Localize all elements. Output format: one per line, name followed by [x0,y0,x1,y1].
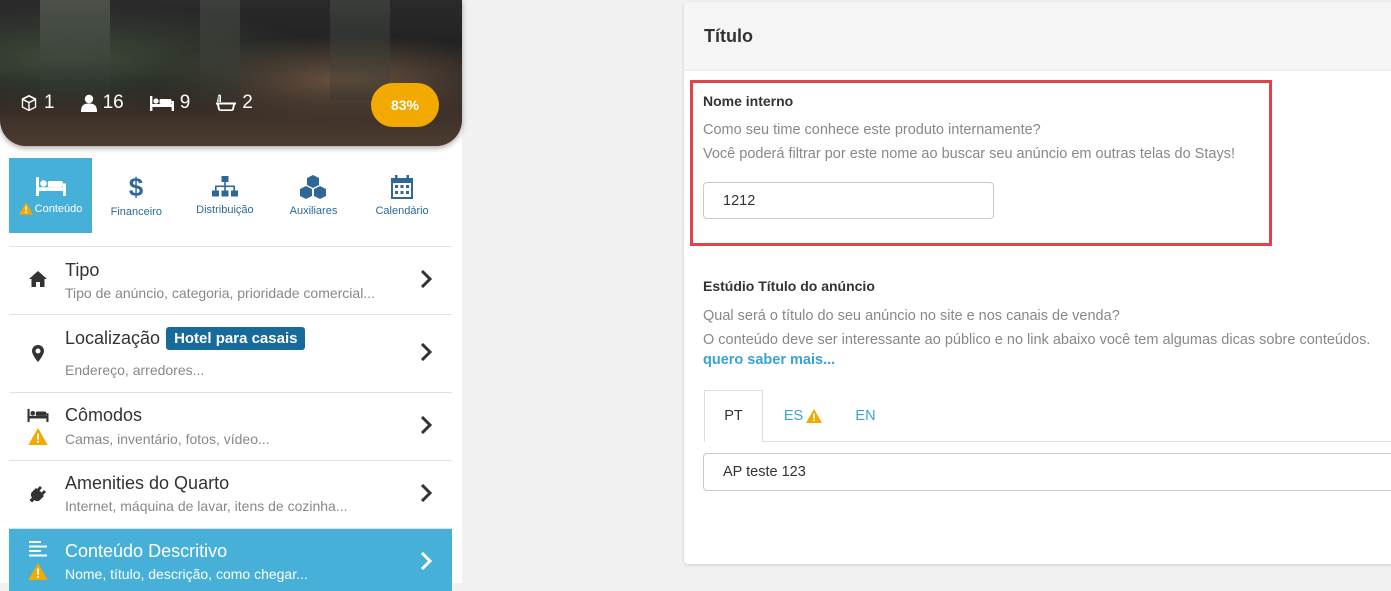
home-icon [29,271,47,287]
chevron-right-icon [420,552,432,570]
menu-item-localizacao[interactable]: Localização Hotel para casais Endereço, … [9,314,452,392]
menu-item-amenities[interactable]: Amenities do Quarto Internet, máquina de… [9,460,452,528]
tab-es[interactable]: ES [763,390,843,441]
tab-pt[interactable]: PT [704,390,763,442]
internal-name-label: Nome interno [703,93,794,109]
map-pin-icon [32,345,44,362]
tab-financeiro[interactable]: $ Financeiro [92,158,181,233]
section-nav: Conteúdo $ Financeiro Distribuição Auxil… [9,158,452,233]
svg-text:$: $ [129,174,144,200]
calendar-icon [391,174,414,199]
cubes-icon [300,174,327,199]
warning-icon [28,563,48,580]
left-column: 1 16 9 2 83% Conteúdo $ Financeiro Distr… [0,0,462,591]
listing-title-input[interactable]: AP teste 123 [703,453,1391,491]
content-menu: Tipo Tipo de anúncio, categoria, priorid… [9,246,452,591]
cube-icon [21,94,37,112]
user-icon [80,94,97,112]
units-stat: 1 [20,92,55,114]
bed-icon [149,96,174,111]
warning-icon [18,202,33,215]
learn-more-link[interactable]: quero saber mais... [703,352,835,368]
plug-icon [29,486,46,503]
warning-icon [806,408,823,423]
location-badge: Hotel para casais [166,327,306,350]
tab-calendario[interactable]: Calendário [358,158,447,233]
bathtub-icon [216,94,237,111]
bed-icon [27,408,49,422]
tab-conteudo[interactable]: Conteúdo [9,158,92,233]
beds-stat: 9 [149,92,190,114]
guests-stat: 16 [80,92,124,114]
listing-title-help: Qual será o título do seu anúncio no sit… [703,308,1371,348]
tab-en[interactable]: EN [843,390,888,441]
chevron-right-icon [420,343,432,361]
tab-distribuicao[interactable]: Distribuição [181,158,270,233]
menu-item-comodos[interactable]: Cômodos Camas, inventário, fotos, vídeo.… [9,392,452,460]
baths-stat: 2 [216,92,253,114]
title-panel: Título Nome interno Como seu time conhec… [684,2,1391,564]
tab-auxiliares[interactable]: Auxiliares [269,158,358,233]
listing-title-label: Estúdio Título do anúncio [703,278,875,294]
bed-icon [35,177,66,196]
language-tabs: PT ES EN [704,390,1391,442]
chevron-right-icon [420,270,432,288]
property-stats: 1 16 9 2 [20,92,253,114]
chevron-right-icon [420,484,432,502]
warning-icon [28,428,48,445]
chevron-right-icon [420,416,432,434]
property-photo: 1 16 9 2 83% [0,0,462,146]
menu-item-conteudo-descritivo[interactable]: Conteúdo Descritivo Nome, título, descri… [9,528,452,591]
align-left-icon [29,541,47,557]
menu-item-tipo[interactable]: Tipo Tipo de anúncio, categoria, priorid… [9,246,452,314]
internal-name-help: Como seu time conhece este produto inter… [703,122,1235,162]
completion-badge: 83% [371,83,439,127]
sitemap-icon [211,175,238,196]
dollar-icon: $ [129,174,144,200]
internal-name-input[interactable]: 1212 [703,182,994,219]
panel-title: Título [704,26,753,46]
panel-header [684,2,1391,71]
